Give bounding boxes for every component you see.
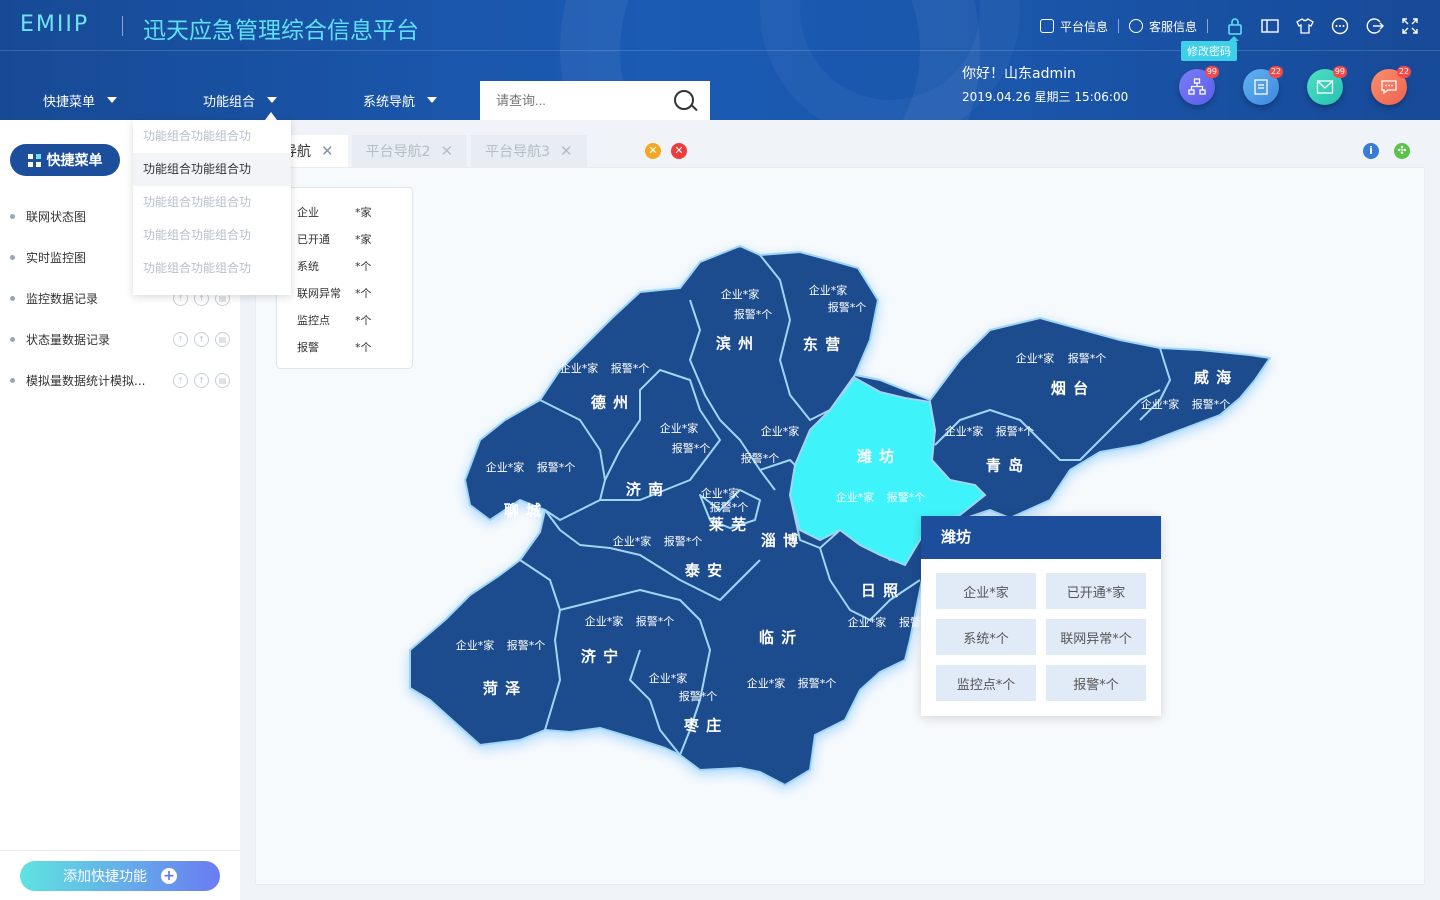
popup-cell[interactable]: 系统*个 bbox=[936, 619, 1036, 655]
popup-title: 潍坊 bbox=[921, 516, 1161, 559]
region-alarm-count: 报警*个 bbox=[678, 690, 718, 703]
region-alarm-count: 报警*个 bbox=[733, 308, 773, 321]
region-alarm-count: 报警*个 bbox=[663, 535, 703, 548]
region-enterprise-count: 企业*家 bbox=[835, 491, 875, 504]
region-enterprise-count: 企业*家 bbox=[584, 615, 624, 628]
dropdown-item[interactable]: 功能组合功能组合功 bbox=[133, 153, 291, 186]
region-enterprise-count: 企业*家 bbox=[760, 425, 800, 438]
region-name[interactable]: 泰 安 bbox=[685, 560, 723, 581]
region-enterprise-count: 企业*家 bbox=[485, 461, 525, 474]
region-popup: 潍坊 企业*家 已开通*家 系统*个 联网异常*个 监控点*个 报警*个 bbox=[921, 516, 1161, 716]
popup-cell[interactable]: 报警*个 bbox=[1046, 665, 1146, 701]
region-alarm-count: 报警*个 bbox=[536, 461, 576, 474]
region-enterprise-count: 企业*家 bbox=[559, 362, 599, 375]
region-alarm-count: 报警*个 bbox=[610, 362, 650, 375]
region-name[interactable]: 临 沂 bbox=[759, 627, 797, 648]
region-alarm-count: 报警*个 bbox=[827, 301, 867, 314]
region-alarm-count: 报警*个 bbox=[797, 677, 837, 690]
popup-cell[interactable]: 企业*家 bbox=[936, 573, 1036, 609]
region-alarm-count: 报警*个 bbox=[671, 442, 711, 455]
region-alarm-count: 报警*个 bbox=[995, 425, 1035, 438]
region-enterprise-count: 企业*家 bbox=[1015, 352, 1055, 365]
region-enterprise-count: 企业*家 bbox=[659, 422, 699, 435]
popup-cell[interactable]: 已开通*家 bbox=[1046, 573, 1146, 609]
region-enterprise-count: 企业*家 bbox=[944, 425, 984, 438]
region-enterprise-count: 企业*家 bbox=[455, 639, 495, 652]
region-alarm-count: 报警*个 bbox=[1191, 398, 1231, 411]
dropdown-item[interactable]: 功能组合功能组合功 bbox=[133, 186, 291, 219]
region-alarm-count: 报警 bbox=[899, 616, 921, 629]
region-alarm-count: 报警*个 bbox=[709, 501, 749, 514]
region-name[interactable]: 莱 芜 bbox=[709, 514, 747, 535]
region-enterprise-count: 企业*家 bbox=[808, 284, 848, 297]
region-enterprise-count: 企业*家 bbox=[746, 677, 786, 690]
region-enterprise-count: 企业*家 bbox=[1140, 398, 1180, 411]
region-alarm-count: 报警*个 bbox=[1067, 352, 1107, 365]
region-name[interactable]: 德 州 bbox=[591, 392, 629, 413]
region-name[interactable]: 淄 博 bbox=[761, 530, 799, 551]
popup-cell[interactable]: 监控点*个 bbox=[936, 665, 1036, 701]
region-name[interactable]: 枣 庄 bbox=[684, 715, 722, 736]
region-name[interactable]: 济 宁 bbox=[581, 646, 619, 667]
region-enterprise-count: 企业*家 bbox=[612, 535, 652, 548]
region-name[interactable]: 聊 城 bbox=[504, 500, 542, 521]
popup-grid: 企业*家 已开通*家 系统*个 联网异常*个 监控点*个 报警*个 bbox=[921, 559, 1161, 701]
region-alarm-count: 报警*个 bbox=[635, 615, 675, 628]
dropdown-item[interactable]: 功能组合功能组合功 bbox=[133, 219, 291, 252]
popup-cell[interactable]: 联网异常*个 bbox=[1046, 619, 1146, 655]
dropdown-item[interactable]: 功能组合功能组合功 bbox=[133, 120, 291, 153]
region-enterprise-count: 企业*家 bbox=[847, 616, 887, 629]
region-name[interactable]: 滨 州 bbox=[716, 333, 754, 354]
region-name[interactable]: 青 岛 bbox=[986, 455, 1024, 476]
region-name[interactable]: 威 海 bbox=[1194, 367, 1232, 388]
region-alarm-count: 报警*个 bbox=[506, 639, 546, 652]
region-enterprise-count: 企业*家 bbox=[648, 672, 688, 685]
region-alarm-count: 报警*个 bbox=[886, 491, 926, 504]
region-name[interactable]: 日 照 bbox=[861, 580, 899, 601]
function-group-dropdown: 功能组合功能组合功 功能组合功能组合功 功能组合功能组合功 功能组合功能组合功 … bbox=[133, 120, 291, 295]
region-name[interactable]: 烟 台 bbox=[1051, 378, 1089, 399]
region-name[interactable]: 东 营 bbox=[803, 334, 841, 355]
region-name[interactable]: 济 南 bbox=[626, 479, 664, 500]
region-name[interactable]: 潍 坊 bbox=[857, 446, 895, 467]
region-name[interactable]: 菏 泽 bbox=[483, 678, 521, 699]
region-alarm-count: 报警*个 bbox=[740, 452, 780, 465]
region-enterprise-count: 企业*家 bbox=[720, 288, 760, 301]
dropdown-item[interactable]: 功能组合功能组合功 bbox=[133, 252, 291, 285]
